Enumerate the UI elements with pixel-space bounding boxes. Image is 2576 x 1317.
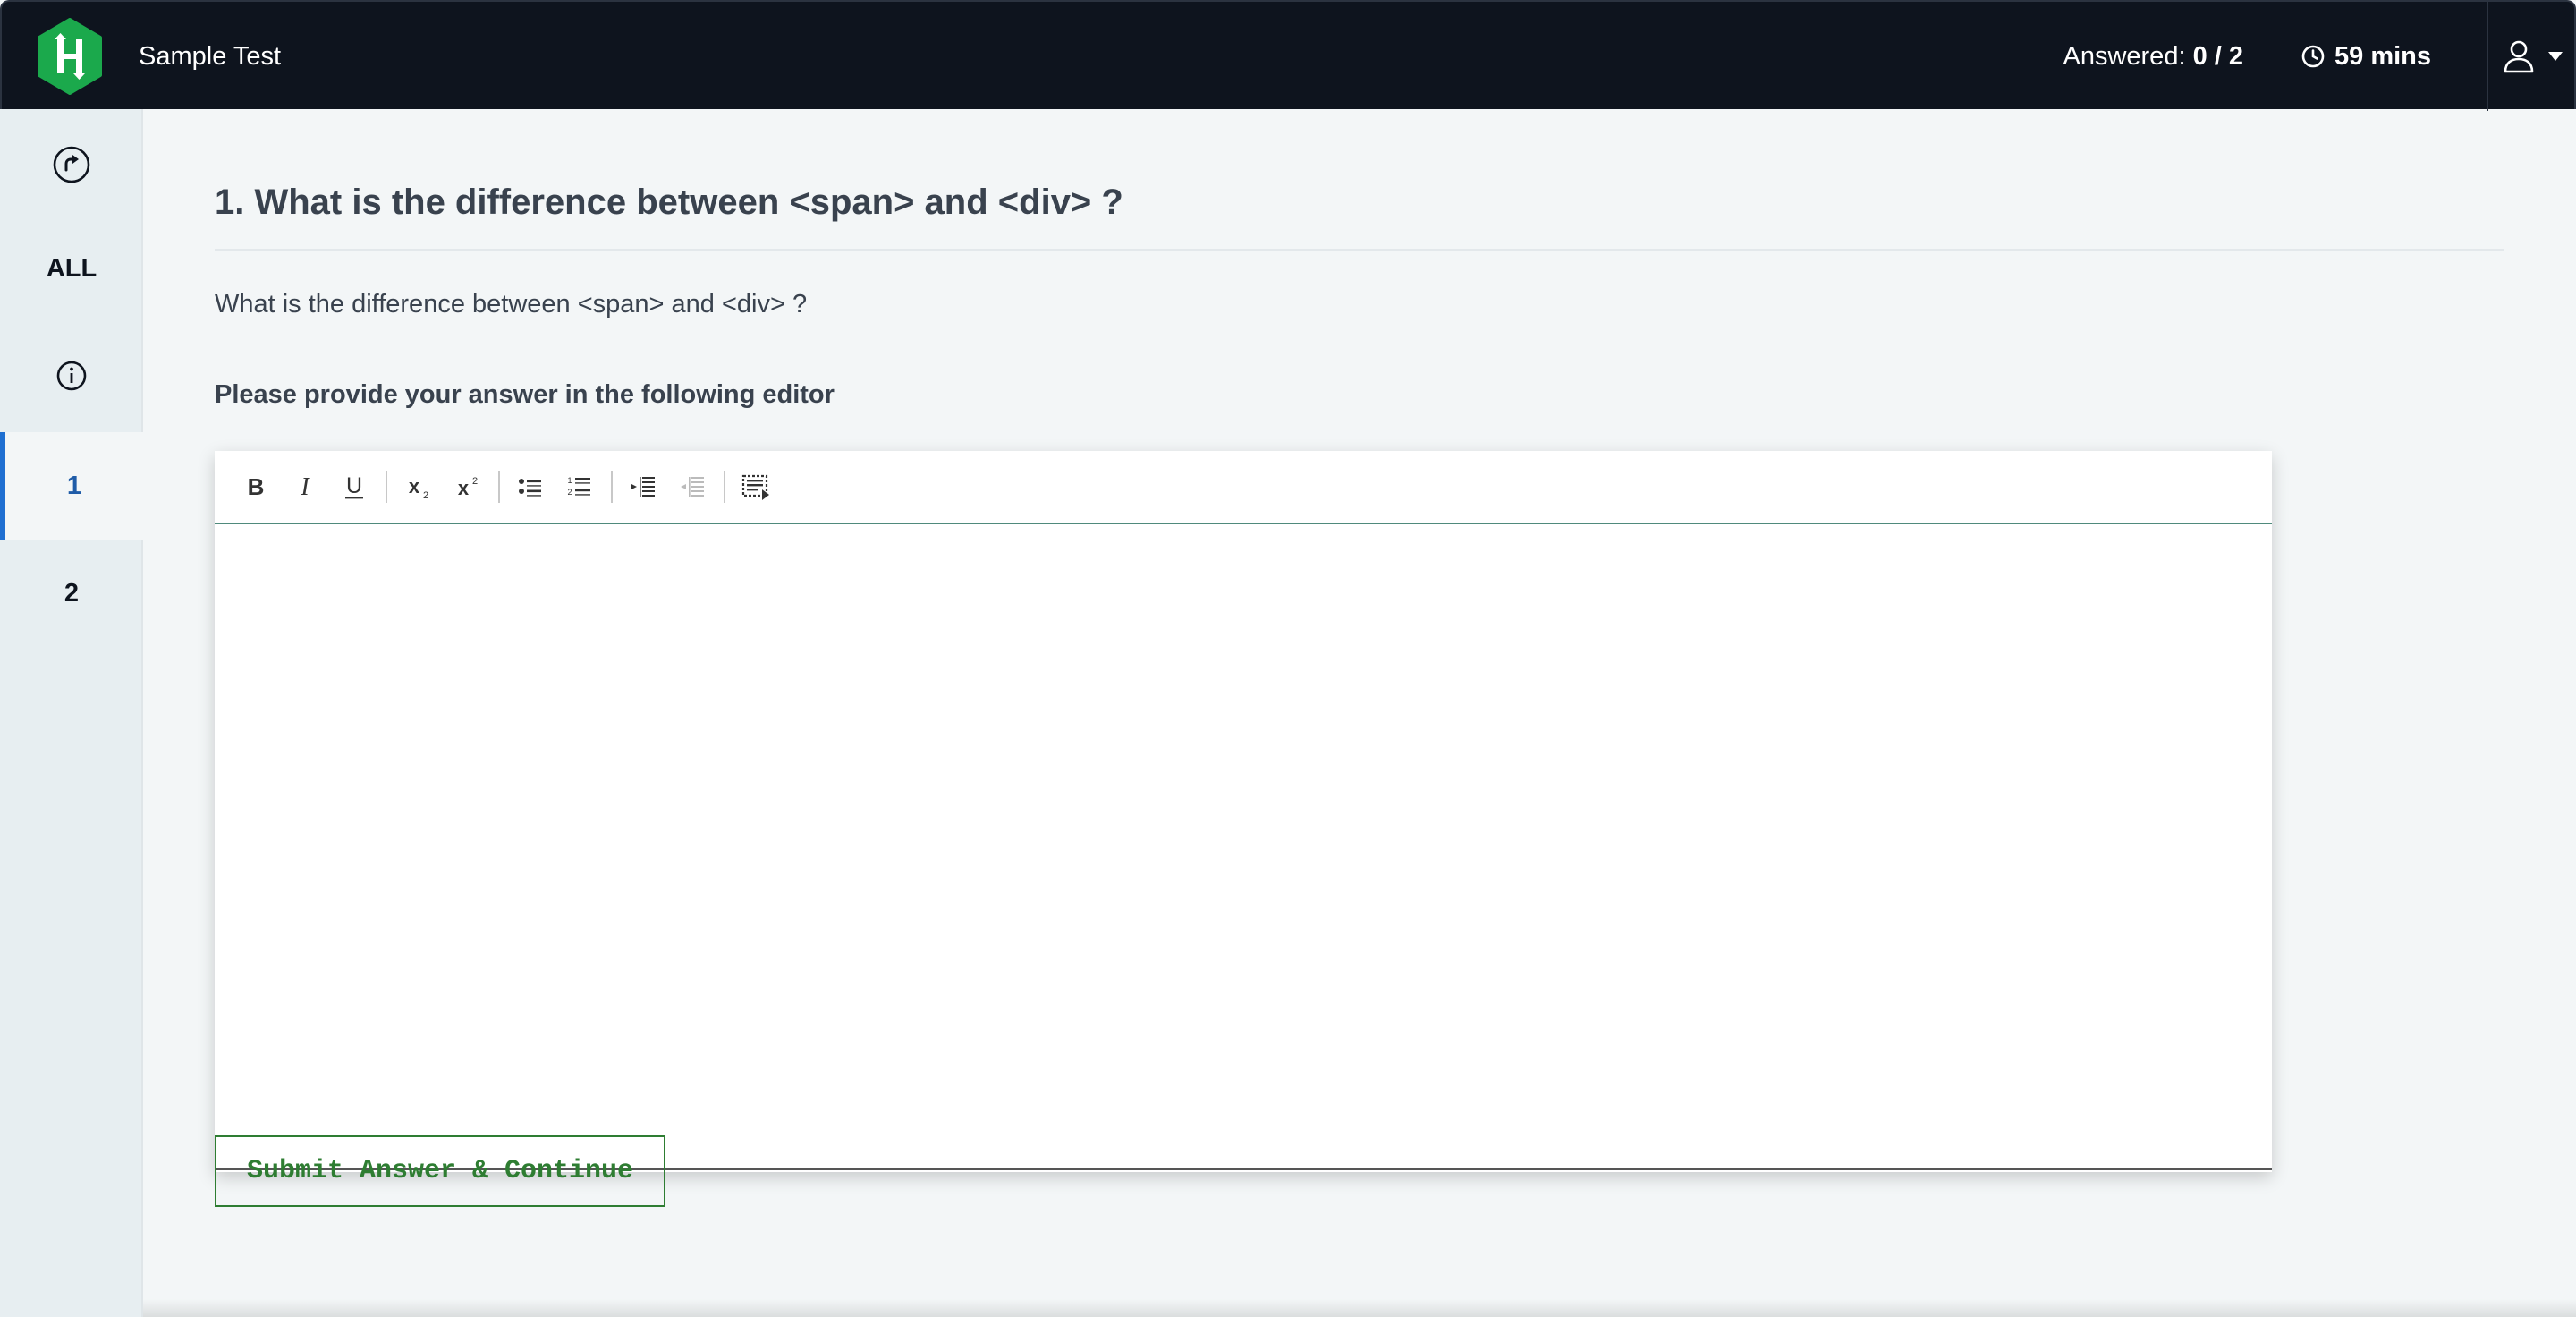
toolbar-separator bbox=[498, 471, 500, 503]
sidebar-item-label: 2 bbox=[64, 578, 80, 608]
svg-text:2: 2 bbox=[567, 488, 572, 497]
toolbar-separator bbox=[386, 471, 387, 503]
user-menu-button[interactable] bbox=[2487, 2, 2576, 111]
svg-text:U: U bbox=[346, 473, 362, 498]
answer-instruction: Please provide your answer in the follow… bbox=[215, 380, 835, 409]
clock-icon bbox=[2301, 45, 2325, 68]
underline-button[interactable]: U bbox=[333, 463, 376, 510]
hackerrank-logo-icon[interactable] bbox=[36, 18, 104, 95]
timer-value: 59 mins bbox=[2334, 41, 2431, 71]
source-button[interactable] bbox=[734, 463, 777, 510]
rich-text-editor: B I U x 2 x 2 1 2 bbox=[215, 451, 2272, 1172]
user-icon bbox=[2504, 40, 2534, 73]
svg-text:B: B bbox=[248, 473, 265, 500]
svg-text:x: x bbox=[458, 477, 470, 499]
indent-icon bbox=[631, 477, 655, 497]
subscript-button[interactable]: x 2 bbox=[396, 463, 439, 510]
bulleted-list-icon bbox=[519, 479, 541, 497]
editor-toolbar: B I U x 2 x 2 1 2 bbox=[215, 451, 2272, 524]
toolbar-separator bbox=[724, 471, 725, 503]
svg-text:2: 2 bbox=[472, 476, 478, 487]
source-code-icon bbox=[741, 474, 769, 500]
italic-button[interactable]: I bbox=[284, 463, 326, 510]
timer: 59 mins bbox=[2301, 2, 2431, 111]
sidebar-item-label: ALL bbox=[46, 253, 97, 283]
sidebar-item-question-1[interactable]: 1 bbox=[0, 432, 143, 540]
indent-button[interactable] bbox=[622, 463, 665, 510]
svg-text:2: 2 bbox=[423, 490, 428, 501]
numbered-list-icon: 1 2 bbox=[567, 476, 590, 497]
sidebar-item-question-2[interactable]: 2 bbox=[0, 540, 143, 647]
divider bbox=[215, 249, 2504, 251]
top-header: Sample Test Answered: 0 / 2 59 mins bbox=[0, 0, 2576, 111]
sidebar-item-info[interactable] bbox=[0, 322, 143, 429]
superscript-icon: x 2 bbox=[458, 476, 478, 499]
test-title: Sample Test bbox=[139, 42, 282, 71]
italic-icon: I bbox=[300, 473, 310, 501]
superscript-button[interactable]: x 2 bbox=[445, 463, 488, 510]
subscript-icon: x 2 bbox=[409, 475, 428, 501]
question-text: What is the difference between <span> an… bbox=[215, 290, 808, 319]
bulleted-list-button[interactable] bbox=[509, 463, 552, 510]
underline-icon: U bbox=[345, 473, 363, 499]
info-icon bbox=[56, 361, 87, 391]
compass-icon bbox=[53, 146, 90, 183]
answered-counter: Answered: 0 / 2 bbox=[2063, 2, 2243, 111]
outdent-icon bbox=[681, 477, 704, 497]
question-navigation-sidebar: ALL 1 2 bbox=[0, 109, 143, 1317]
toolbar-separator bbox=[611, 471, 613, 503]
svg-text:1: 1 bbox=[567, 476, 572, 485]
bold-button[interactable]: B bbox=[234, 463, 277, 510]
chevron-down-icon bbox=[2548, 52, 2563, 61]
sidebar-item-label: 1 bbox=[66, 471, 82, 500]
bold-icon: B bbox=[248, 473, 265, 500]
numbered-list-button[interactable]: 1 2 bbox=[558, 463, 601, 510]
sidebar-item-navigate[interactable] bbox=[0, 111, 143, 218]
outdent-button[interactable] bbox=[671, 463, 714, 510]
sidebar-item-all[interactable]: ALL bbox=[0, 215, 143, 322]
question-panel: 1. What is the difference between <span>… bbox=[143, 109, 2576, 1317]
answered-label: Answered: bbox=[2063, 42, 2186, 71]
editor-content-area[interactable] bbox=[215, 526, 2272, 1170]
submit-answer-button[interactable]: Submit Answer & Continue bbox=[215, 1135, 665, 1207]
svg-text:x: x bbox=[409, 475, 420, 497]
svg-text:I: I bbox=[300, 473, 310, 501]
footer-shadow bbox=[143, 1299, 2576, 1317]
answered-value: 0 / 2 bbox=[2192, 42, 2243, 71]
question-title: 1. What is the difference between <span>… bbox=[215, 183, 1123, 222]
